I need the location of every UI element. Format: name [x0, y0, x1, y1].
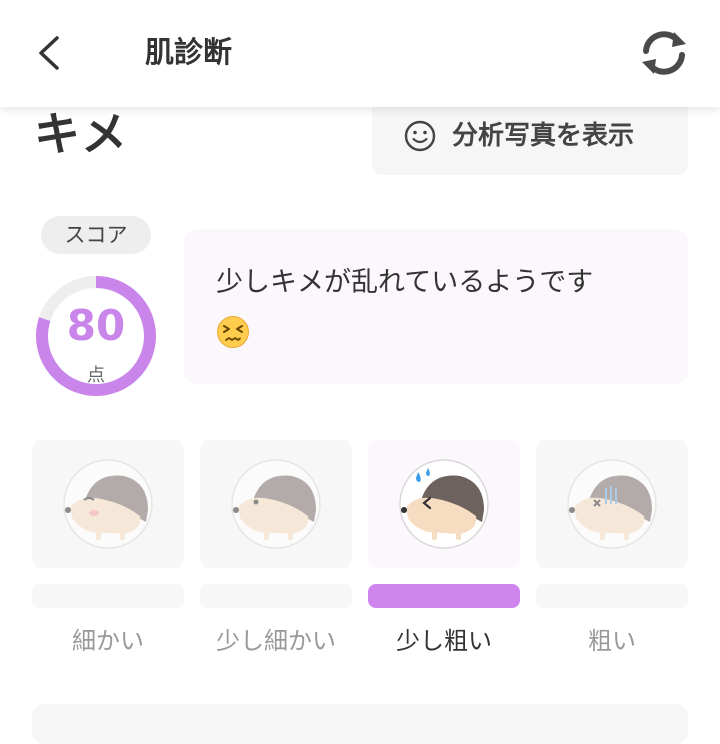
show-analysis-photo-button[interactable]: 分析写真を表示 — [372, 106, 688, 175]
level-label-fine: 細かい — [72, 627, 144, 655]
level-card-fine[interactable] — [32, 440, 184, 568]
hedgehog-neutral-icon — [231, 459, 321, 549]
smile-icon — [404, 120, 436, 152]
app-header: 肌診断 — [0, 0, 720, 107]
level-bar-fine — [32, 584, 184, 608]
diagnosis-message-card: 少しキメが乱れているようです — [184, 229, 688, 384]
hedgehog-wink-icon — [63, 459, 153, 549]
section-title: キメ — [34, 107, 128, 161]
next-section-card — [32, 704, 688, 744]
persevering-face-emoji — [217, 316, 249, 348]
level-card-coarse[interactable] — [536, 440, 688, 568]
hedgehog-dizzy-icon — [567, 459, 657, 549]
level-bar-slightly-fine — [200, 584, 352, 608]
score-pill: スコア — [41, 216, 151, 254]
level-bar-coarse — [536, 584, 688, 608]
page-title: 肌診断 — [145, 35, 233, 69]
level-bar-slightly-coarse — [368, 584, 520, 608]
show-analysis-photo-label: 分析写真を表示 — [452, 121, 635, 151]
level-label-coarse: 粗い — [588, 627, 636, 655]
level-card-slightly-coarse[interactable] — [368, 440, 520, 568]
level-card-slightly-fine[interactable] — [200, 440, 352, 568]
hedgehog-sweat-icon — [399, 459, 489, 549]
level-label-slightly-fine: 少し細かい — [216, 627, 336, 655]
refresh-icon[interactable] — [636, 26, 692, 80]
chevron-left-icon[interactable] — [30, 30, 70, 76]
diagnosis-message: 少しキメが乱れているようです — [216, 267, 594, 298]
score-unit: 点 — [87, 365, 105, 386]
score-value: 80 — [66, 301, 126, 350]
level-label-slightly-coarse: 少し粗い — [396, 627, 492, 655]
